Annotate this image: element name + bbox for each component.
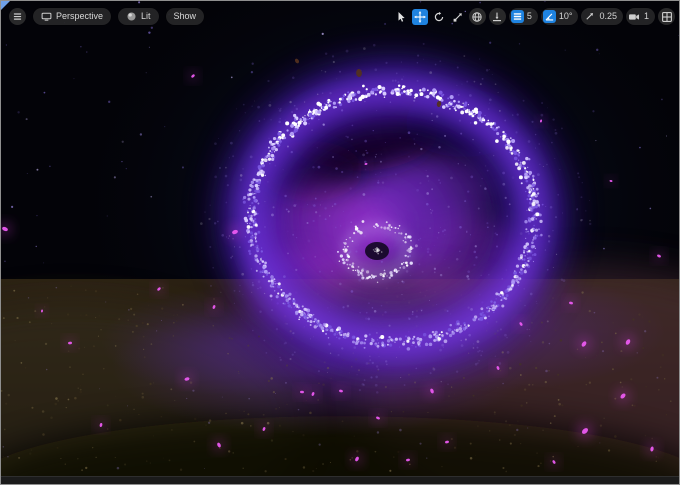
maximize-viewport-button[interactable] bbox=[658, 8, 675, 25]
perspective-button[interactable]: Perspective bbox=[33, 8, 112, 25]
editor-window: Perspective Lit Show 5 10° 0.25 1 bbox=[0, 0, 680, 485]
rotate-icon bbox=[434, 11, 444, 21]
rotate-tool-button[interactable] bbox=[431, 9, 447, 25]
perspective-label: Perspective bbox=[56, 11, 104, 21]
scale-icon bbox=[453, 12, 462, 22]
move-icon bbox=[413, 10, 426, 23]
show-button[interactable]: Show bbox=[165, 8, 205, 25]
select-tool-button[interactable] bbox=[393, 9, 409, 25]
angle-snap-value: 10° bbox=[558, 11, 573, 21]
scale-snap-control[interactable]: 0.25 bbox=[581, 8, 623, 25]
camera-speed-control[interactable]: 1 bbox=[625, 8, 655, 25]
lit-sphere-icon bbox=[127, 12, 136, 21]
hamburger-icon bbox=[13, 13, 22, 20]
cursor-icon bbox=[398, 11, 405, 22]
scale-snap-icon bbox=[583, 10, 596, 23]
viewport-camera-icon bbox=[41, 12, 52, 21]
viewport-toolbar-right: 5 10° 0.25 1 bbox=[393, 8, 675, 25]
viewport-toolbar-left: Perspective Lit Show bbox=[9, 8, 205, 25]
world-coordinate-button[interactable] bbox=[468, 8, 486, 25]
angle-snap-icon bbox=[542, 10, 556, 23]
camera-speed-value: 1 bbox=[643, 11, 649, 21]
surface-snap-button[interactable] bbox=[488, 8, 506, 25]
scale-snap-value: 0.25 bbox=[599, 11, 617, 21]
move-tool-button[interactable] bbox=[411, 8, 428, 25]
scene-render bbox=[1, 1, 679, 477]
lit-label: Lit bbox=[141, 11, 151, 21]
scale-tool-button[interactable] bbox=[450, 9, 466, 25]
camera-icon bbox=[628, 10, 641, 23]
viewport[interactable]: Perspective Lit Show 5 10° 0.25 1 bbox=[1, 1, 679, 477]
maximize-icon bbox=[661, 11, 672, 22]
grid-snap-icon bbox=[510, 10, 524, 23]
grid-snap-value: 5 bbox=[526, 11, 532, 21]
grid-snap-control[interactable]: 5 bbox=[508, 8, 538, 25]
show-label: Show bbox=[173, 11, 197, 21]
window-bottom-edge bbox=[1, 476, 679, 484]
globe-icon bbox=[472, 11, 483, 22]
viewport-options-button[interactable] bbox=[9, 8, 26, 25]
surface-snap-icon bbox=[493, 12, 502, 21]
view-mode-button[interactable]: Lit bbox=[118, 8, 159, 25]
angle-snap-control[interactable]: 10° bbox=[540, 8, 579, 25]
